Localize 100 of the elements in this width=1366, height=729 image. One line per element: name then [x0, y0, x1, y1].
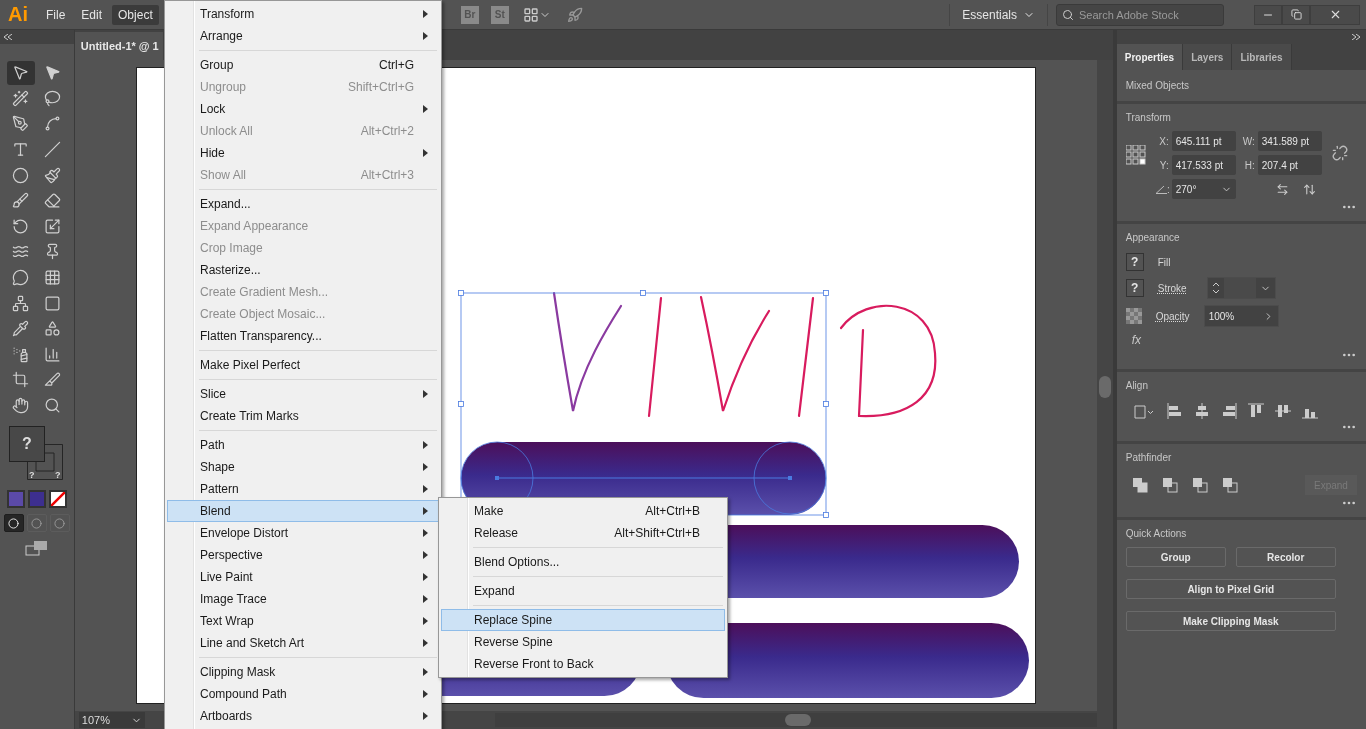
align-icon[interactable] — [1274, 403, 1291, 419]
field-label: W: — [1241, 135, 1256, 147]
menu-item[interactable]: Live Paint — [167, 566, 439, 588]
align-icon[interactable] — [1220, 403, 1237, 419]
document-tab[interactable]: Untitled-1* @ 1 — [74, 32, 163, 60]
menu-item[interactable]: Expand... — [167, 193, 439, 215]
menu-item[interactable]: Perspective — [167, 544, 439, 566]
menu-item[interactable]: Pattern — [167, 478, 439, 500]
property-label: Fill — [1157, 256, 1171, 268]
menu-item[interactable]: Group Ctrl+G — [167, 54, 439, 76]
menu-item[interactable]: Reverse Front to Back — [441, 653, 725, 675]
section-title: Transform — [1125, 112, 1172, 123]
pathfinder-icon[interactable] — [1131, 477, 1148, 493]
rocket-icon[interactable] — [566, 6, 583, 23]
value-field[interactable]: 207.4 pt — [1257, 155, 1322, 175]
menu-item[interactable]: Clipping Mask — [167, 661, 439, 683]
none-swatch[interactable] — [48, 490, 67, 509]
flip-vertical-icon[interactable] — [1302, 182, 1316, 196]
menu-item[interactable]: Blend — [167, 500, 439, 522]
angle-dropdown[interactable]: 270° — [1171, 179, 1236, 199]
draw-mode-button[interactable] — [3, 514, 24, 533]
menu-item[interactable]: Compound Path — [167, 683, 439, 705]
menu-item[interactable]: Transform — [167, 3, 439, 25]
menu-item[interactable]: Lock — [167, 98, 439, 120]
color-mode-swatch[interactable] — [6, 490, 25, 509]
knife-icon — [44, 371, 62, 389]
menu-item[interactable]: Flatten Transparency... — [167, 325, 439, 347]
reference-point-icon[interactable] — [1125, 145, 1146, 165]
search-field[interactable]: Search Adobe Stock — [1056, 3, 1224, 26]
menu-item[interactable]: Create Trim Marks — [167, 405, 439, 427]
menu-item[interactable]: Make Alt+Ctrl+B — [441, 500, 725, 522]
panel-tab[interactable]: Layers — [1183, 44, 1233, 70]
menu-item[interactable]: Text Wrap — [167, 610, 439, 632]
submenu-arrow-icon — [422, 149, 428, 157]
fill-swatch[interactable]: ? — [1125, 253, 1144, 271]
ellipse-icon — [12, 166, 30, 184]
menu-item[interactable]: Expand — [441, 580, 725, 602]
quick-action-button[interactable]: Group — [1125, 547, 1226, 567]
free-transform-icon — [12, 269, 30, 287]
restore-button[interactable] — [1282, 4, 1310, 25]
menu-item[interactable]: Make Pixel Perfect — [167, 354, 439, 376]
close-button[interactable] — [1310, 4, 1360, 25]
layout-grid-icon[interactable] — [522, 6, 539, 23]
align-icon[interactable] — [1247, 403, 1264, 419]
menu-item[interactable]: Reverse Spine — [441, 631, 725, 653]
gradient-icon — [44, 294, 62, 312]
flip-horizontal-icon[interactable] — [1275, 182, 1289, 196]
quick-action-button[interactable]: Recolor — [1235, 547, 1336, 567]
horizontal-scrollbar[interactable] — [494, 713, 1097, 727]
menu-item[interactable]: Slice — [167, 383, 439, 405]
menu-item[interactable]: Path — [167, 434, 439, 456]
menu-item[interactable]: Envelope Distort — [167, 522, 439, 544]
angle-icon — [1155, 184, 1167, 194]
menu-item[interactable]: Hide — [167, 142, 439, 164]
property-label[interactable]: Opacity — [1155, 310, 1190, 322]
unlinked-chain-icon[interactable] — [1331, 145, 1348, 161]
value-field[interactable]: 417.533 pt — [1171, 155, 1236, 175]
screen-mode-icon[interactable] — [24, 540, 49, 557]
align-icon[interactable] — [1193, 403, 1210, 419]
zoom-dropdown[interactable]: 107% — [78, 712, 145, 728]
curve-pen-icon — [44, 115, 62, 133]
rotate-icon — [12, 217, 30, 235]
stroke-swatch[interactable]: ? — [1125, 279, 1144, 297]
color-mode-swatch[interactable] — [27, 490, 46, 509]
menu-item[interactable]: Release Alt+Shift+Ctrl+B — [441, 522, 725, 544]
opacity-field[interactable]: 100% — [1203, 305, 1279, 327]
field-label: H: — [1243, 159, 1256, 171]
menu-item[interactable]: Line and Sketch Art — [167, 632, 439, 654]
effects-label[interactable]: fx — [1131, 333, 1357, 347]
submenu-arrow-icon — [422, 595, 428, 603]
quick-action-button[interactable]: Make Clipping Mask — [1125, 611, 1336, 631]
pathfinder-icon[interactable] — [1161, 477, 1178, 493]
tool-button[interactable] — [6, 61, 35, 85]
align-to-icon[interactable] — [1131, 403, 1156, 419]
menu-item[interactable]: Artboards — [167, 705, 439, 727]
workspace-dropdown[interactable]: Essentials — [949, 3, 1048, 26]
property-label[interactable]: Stroke — [1157, 282, 1187, 294]
menu-item[interactable]: Replace Spine — [441, 609, 725, 631]
menu-bar-item[interactable]: Edit — [75, 4, 109, 25]
menu-item[interactable]: Image Trace — [167, 588, 439, 610]
menu-bar-item[interactable]: File — [40, 4, 72, 25]
panel-tab[interactable]: Libraries — [1232, 44, 1292, 70]
align-icon[interactable] — [1166, 403, 1183, 419]
menu-bar-item[interactable]: Object — [112, 4, 159, 25]
value-field[interactable]: 341.589 pt — [1257, 131, 1322, 151]
stroke-weight-field[interactable] — [1206, 277, 1276, 299]
expand-icon[interactable] — [1352, 34, 1360, 40]
fill-swatch[interactable]: ? — [8, 426, 45, 463]
pathfinder-icon[interactable] — [1221, 477, 1238, 493]
menu-item[interactable]: Rasterize... — [167, 259, 439, 281]
value-field[interactable]: 645.111 pt — [1171, 131, 1236, 151]
quick-action-button[interactable]: Align to Pixel Grid — [1125, 579, 1336, 599]
menu-item[interactable]: Arrange — [167, 25, 439, 47]
minimize-button[interactable] — [1254, 4, 1282, 25]
menu-item[interactable]: Blend Options... — [441, 551, 725, 573]
collapse-icon[interactable] — [4, 34, 12, 40]
pathfinder-icon[interactable] — [1191, 477, 1208, 493]
submenu-arrow-icon — [422, 105, 428, 113]
panel-tab[interactable]: Properties — [1116, 44, 1184, 70]
menu-item[interactable]: Shape — [167, 456, 439, 478]
